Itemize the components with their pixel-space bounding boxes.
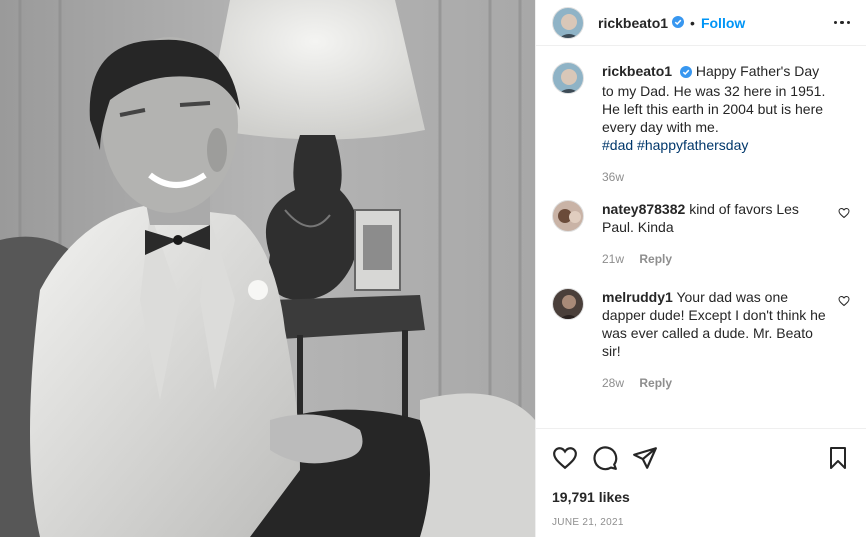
caption-time[interactable]: 36w: [602, 170, 624, 184]
avatar-image: [553, 201, 583, 231]
comment-like-heart-icon[interactable]: [838, 206, 850, 222]
likes-count[interactable]: 19,791 likes: [552, 489, 850, 505]
avatar-image: [553, 289, 583, 319]
commenter-avatar[interactable]: [552, 288, 584, 320]
verified-badge-icon: [672, 15, 685, 31]
post-photo[interactable]: [0, 0, 535, 537]
comment-time[interactable]: 28w: [602, 376, 624, 390]
heart-icon[interactable]: [552, 445, 578, 471]
hashtag-link[interactable]: #happyfathersday: [637, 137, 748, 153]
comment-item: natey878382 kind of favors Les Paul. Kin…: [552, 200, 850, 268]
comment-item: melruddy1 Your dad was one dapper dude! …: [552, 288, 850, 392]
post-date[interactable]: JUNE 21, 2021: [552, 517, 850, 528]
comment-time[interactable]: 21w: [602, 252, 624, 266]
post-sidebar: rickbeato1 • Follow rickbeato1 Happy Fat…: [535, 0, 866, 537]
commenter-username[interactable]: natey878382: [602, 201, 685, 217]
avatar-image: [553, 7, 583, 38]
more-options-icon[interactable]: [833, 13, 850, 33]
post-header: rickbeato1 • Follow: [536, 0, 866, 46]
caption-username[interactable]: rickbeato1: [602, 63, 672, 79]
commenter-avatar[interactable]: [552, 200, 584, 232]
comment-bubble-icon[interactable]: [592, 445, 618, 471]
caption: rickbeato1 Happy Father's Day to my Dad.…: [552, 62, 850, 186]
follow-button[interactable]: Follow: [701, 15, 745, 31]
author-avatar[interactable]: [552, 6, 584, 39]
comment-like-heart-icon[interactable]: [838, 294, 850, 310]
avatar-image: [553, 63, 583, 93]
reply-button[interactable]: Reply: [639, 376, 672, 390]
action-icons: [552, 443, 850, 473]
comment-text-block: melruddy1 Your dad was one dapper dude! …: [602, 288, 850, 392]
separator-dot: •: [690, 14, 695, 31]
bookmark-icon[interactable]: [826, 445, 850, 471]
caption-avatar[interactable]: [552, 62, 584, 94]
hashtag-link[interactable]: #dad: [602, 137, 633, 153]
verified-badge-icon: [679, 64, 692, 82]
caption-text-block: rickbeato1 Happy Father's Day to my Dad.…: [602, 62, 850, 186]
comments-list[interactable]: rickbeato1 Happy Father's Day to my Dad.…: [536, 62, 866, 428]
comment-text-block: natey878382 kind of favors Les Paul. Kin…: [602, 200, 850, 268]
reply-button[interactable]: Reply: [639, 252, 672, 266]
instagram-post: rickbeato1 • Follow rickbeato1 Happy Fat…: [0, 0, 866, 537]
paper-plane-icon[interactable]: [632, 445, 658, 471]
black-and-white-portrait-image: [0, 0, 535, 537]
comment-meta: 28w Reply: [602, 374, 828, 392]
comment-meta: 21w Reply: [602, 250, 828, 268]
post-actions: 19,791 likes JUNE 21, 2021: [536, 428, 866, 537]
author-username[interactable]: rickbeato1: [598, 15, 668, 31]
caption-meta: 36w: [602, 168, 828, 186]
commenter-username[interactable]: melruddy1: [602, 289, 673, 305]
